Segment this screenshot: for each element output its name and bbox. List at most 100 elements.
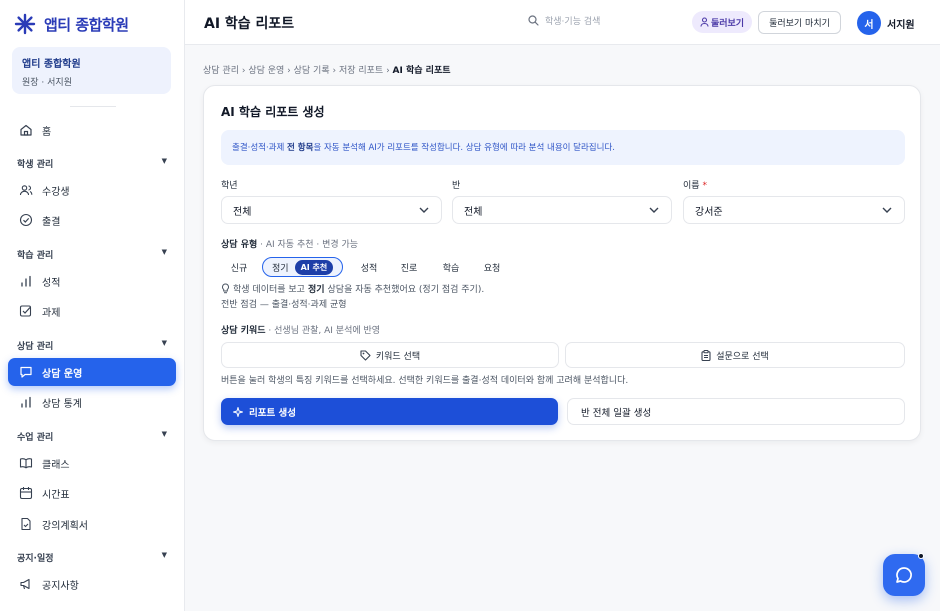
hint-pre: 학생 데이터를 보고 bbox=[233, 285, 305, 295]
sidebar-item-syllabus[interactable]: 강의계획서 bbox=[8, 510, 176, 538]
keyword-select-button[interactable]: 키워드 선택 bbox=[221, 342, 559, 368]
breadcrumb-item[interactable]: 저장 리포트 bbox=[339, 66, 383, 76]
breadcrumb-item[interactable]: 상담 관리 bbox=[203, 66, 239, 76]
caret-down-icon: ▼ bbox=[161, 157, 167, 165]
nav-group-notice[interactable]: 공지·일정 ▼ bbox=[17, 551, 167, 564]
bar-chart-icon bbox=[21, 275, 31, 287]
avatar[interactable]: 서 bbox=[857, 11, 881, 35]
name-select[interactable]: 강서준 bbox=[683, 196, 905, 224]
keyword-hint: 버튼을 눌러 학생의 특징 키워드를 선택하세요. 선택한 키워드를 출결·성적… bbox=[221, 376, 629, 386]
users-icon bbox=[19, 185, 33, 196]
survey-select-button[interactable]: 설문으로 선택 bbox=[565, 342, 905, 368]
org-role: 원장 · 서지원 bbox=[22, 78, 72, 88]
end-tour-button[interactable]: 둘러보기 마치기 bbox=[758, 11, 841, 34]
nav-group-classes[interactable]: 수업 관리 ▼ bbox=[17, 430, 167, 443]
user-icon bbox=[700, 17, 709, 27]
sidebar-item-grades[interactable]: 성적 bbox=[8, 267, 176, 295]
sidebar-item-enrolled[interactable]: 수강생 bbox=[8, 176, 176, 204]
hint-bold: 정기 bbox=[307, 285, 325, 295]
brand-name: 앱티 종합학원 bbox=[44, 15, 129, 34]
type-chip-label: 정기 bbox=[272, 263, 289, 274]
type-chip-study[interactable]: 학습 bbox=[436, 257, 466, 277]
nav-group-label: 수업 관리 bbox=[17, 433, 54, 443]
info-text-pre: 출결·성적·과제 bbox=[232, 143, 288, 153]
calendar-icon bbox=[19, 487, 33, 500]
type-chip-career[interactable]: 진로 bbox=[394, 257, 424, 277]
checkbox-edit-icon bbox=[19, 305, 32, 317]
name-label-text: 이름 bbox=[683, 181, 700, 191]
sidebar-item-assignments[interactable]: 과제 bbox=[8, 297, 176, 325]
sidebar-item-label: 클래스 bbox=[42, 459, 70, 471]
chat-fab-button[interactable] bbox=[883, 554, 925, 596]
counsel-type-label: 상담 유형 · AI 자동 추천 · 변경 가능 bbox=[221, 237, 358, 250]
generate-report-button[interactable]: 리포트 생성 bbox=[221, 398, 558, 425]
nav-group-counsel[interactable]: 상담 관리 ▼ bbox=[17, 339, 167, 352]
breadcrumb: 상담 관리 › 상담 운영 › 상담 기록 › 저장 리포트 › AI 학습 리… bbox=[203, 66, 451, 76]
grade-select[interactable]: 전체 bbox=[221, 196, 442, 224]
clipboard-icon bbox=[701, 349, 711, 361]
bulk-generate-button[interactable]: 반 전체 일괄 생성 bbox=[567, 398, 905, 425]
report-form-card: AI 학습 리포트 생성 출결·성적·과제 전 항목을 자동 분석해 AI가 리… bbox=[203, 85, 921, 441]
caret-down-icon: ▼ bbox=[161, 430, 167, 438]
generate-report-label: 리포트 생성 bbox=[249, 407, 297, 419]
home-icon bbox=[20, 124, 32, 136]
chevron-down-icon bbox=[419, 207, 429, 213]
sidebar-item-label: 과제 bbox=[42, 307, 61, 319]
sidebar-item-label: 수강생 bbox=[42, 186, 70, 198]
required-mark: * bbox=[702, 181, 707, 191]
check-circle-icon bbox=[19, 213, 33, 227]
keyword-sub: · 선생님 관찰, AI 분석에 반영 bbox=[265, 326, 381, 336]
nav-group-learning[interactable]: 학습 관리 ▼ bbox=[17, 248, 167, 261]
sidebar-divider bbox=[70, 106, 116, 107]
sidebar-item-label: 시간표 bbox=[42, 489, 70, 501]
sidebar-item-label: 공지사항 bbox=[42, 580, 79, 592]
survey-select-label: 설문으로 선택 bbox=[716, 351, 769, 362]
nav-group-students[interactable]: 학생 관리 ▼ bbox=[17, 157, 167, 170]
type-chip-new[interactable]: 신규 bbox=[224, 257, 254, 277]
tour-button[interactable]: 둘러보기 bbox=[692, 11, 752, 33]
book-open-icon bbox=[19, 458, 33, 469]
sidebar-item-timetable[interactable]: 시간표 bbox=[8, 479, 176, 507]
breadcrumb-item[interactable]: 상담 기록 bbox=[294, 66, 330, 76]
megaphone-icon bbox=[20, 578, 30, 590]
sidebar-item-label: 홈 bbox=[42, 126, 52, 138]
org-card[interactable]: 앱티 종합학원 원장 · 서지원 bbox=[12, 47, 171, 94]
info-banner: 출결·성적·과제 전 항목을 자동 분석해 AI가 리포트를 작성합니다. 상담… bbox=[221, 130, 905, 165]
sidebar-item-announcement[interactable]: 공지사항 bbox=[8, 570, 176, 598]
class-label: 반 bbox=[452, 181, 461, 191]
type-hint-line2: 전반 점검 — 출결·성적·과제 균형 bbox=[221, 300, 347, 310]
info-text-post: 을 자동 분석해 AI가 리포트를 작성합니다. 상담 유형에 따라 분석 내용… bbox=[313, 143, 615, 153]
type-chip-grades[interactable]: 성적 bbox=[354, 257, 384, 277]
type-chip-request[interactable]: 요청 bbox=[477, 257, 507, 277]
user-name[interactable]: 서지원 bbox=[887, 16, 915, 31]
grade-label: 학년 bbox=[221, 181, 238, 191]
document-check-icon bbox=[21, 517, 31, 531]
breadcrumb-item[interactable]: 상담 운영 bbox=[248, 66, 284, 76]
lightbulb-icon bbox=[222, 283, 229, 294]
sidebar-item-home[interactable]: 홈 bbox=[8, 116, 176, 144]
nav-group-label: 공지·일정 bbox=[17, 554, 54, 564]
search-input[interactable]: 학생·기능 검색 bbox=[528, 14, 600, 27]
sidebar-item-label: 상담 운영 bbox=[42, 368, 83, 380]
top-bar: AI 학습 리포트 학생·기능 검색 둘러보기 둘러보기 마치기 서 서지원 bbox=[185, 0, 940, 45]
notification-dot bbox=[918, 553, 924, 559]
sidebar-item-attendance[interactable]: 출결 bbox=[8, 206, 176, 234]
counsel-type-sub: · AI 자동 추천 · 변경 가능 bbox=[257, 240, 359, 250]
sidebar-item-counsel-ops[interactable]: 상담 운영 bbox=[8, 358, 176, 386]
org-name: 앱티 종합학원 bbox=[22, 59, 81, 70]
info-text-bold: 전 항목 bbox=[287, 143, 314, 153]
brand-logo[interactable]: 앱티 종합학원 bbox=[14, 13, 129, 35]
sparkle-icon bbox=[233, 406, 243, 417]
sidebar-item-class[interactable]: 클래스 bbox=[8, 449, 176, 477]
chevron-down-icon bbox=[882, 207, 892, 213]
chat-bubble-icon bbox=[20, 366, 32, 378]
caret-down-icon: ▼ bbox=[161, 551, 167, 559]
class-select-value: 전체 bbox=[464, 206, 483, 218]
class-select[interactable]: 전체 bbox=[452, 196, 672, 224]
chat-icon bbox=[896, 567, 912, 583]
type-chip-regular[interactable]: 정기 AI 추천 bbox=[262, 257, 344, 277]
form-title: AI 학습 리포트 생성 bbox=[221, 105, 325, 119]
sidebar-item-counsel-stats[interactable]: 상담 통계 bbox=[8, 388, 176, 416]
sidebar-item-label: 상담 통계 bbox=[42, 398, 82, 410]
caret-down-icon: ▼ bbox=[161, 339, 167, 347]
